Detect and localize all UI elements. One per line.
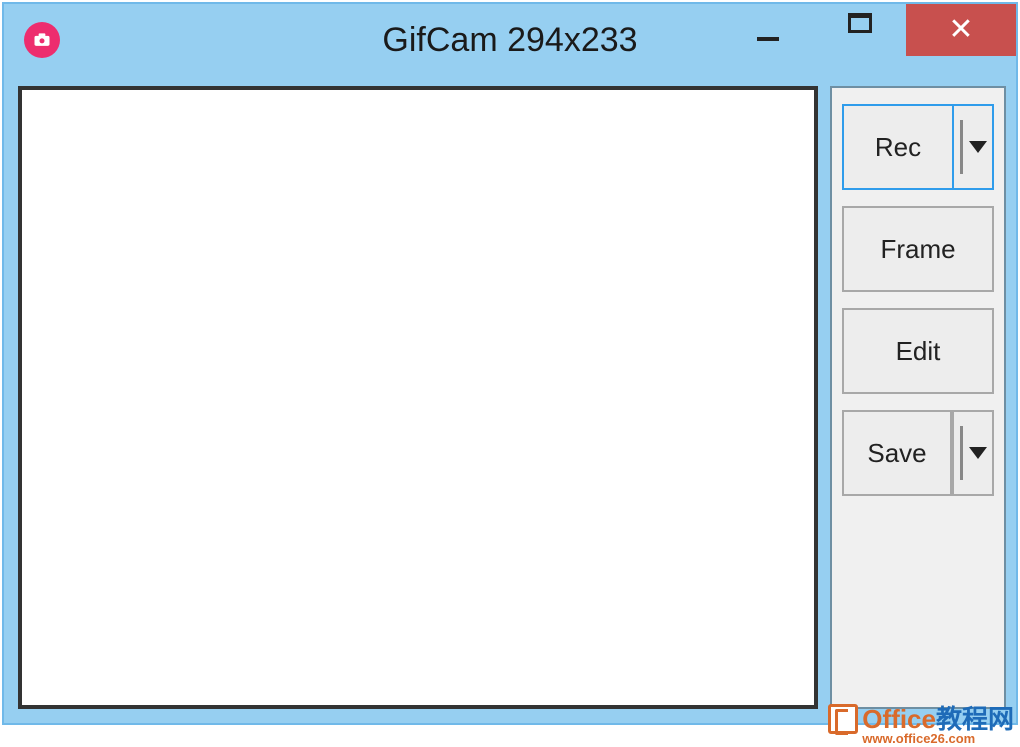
app-window: GifCam 294x233 ✕ Rec xyxy=(2,2,1018,725)
separator-icon xyxy=(960,426,963,480)
chevron-down-icon xyxy=(969,141,987,153)
body-area: Rec Frame Edit Save xyxy=(4,76,1016,723)
maximize-button[interactable] xyxy=(814,4,906,56)
capture-region[interactable] xyxy=(18,86,818,709)
rec-dropdown-button[interactable] xyxy=(952,104,994,190)
office-logo-icon xyxy=(828,704,858,734)
frame-button[interactable]: Frame xyxy=(842,206,994,292)
save-button[interactable]: Save xyxy=(842,410,952,496)
watermark-url: www.office26.com xyxy=(862,732,975,745)
save-button-group: Save xyxy=(842,410,994,496)
close-button[interactable]: ✕ xyxy=(906,4,1016,56)
watermark-brand: Office教程网 xyxy=(828,704,1014,734)
save-dropdown-button[interactable] xyxy=(952,410,994,496)
watermark-text: Office教程网 xyxy=(862,706,1014,732)
watermark: Office教程网 www.office26.com xyxy=(828,704,1014,745)
chevron-down-icon xyxy=(969,447,987,459)
app-icon xyxy=(24,22,60,58)
edit-button[interactable]: Edit xyxy=(842,308,994,394)
rec-button-group: Rec xyxy=(842,104,994,190)
side-panel: Rec Frame Edit Save xyxy=(830,86,1006,709)
rec-button[interactable]: Rec xyxy=(842,104,952,190)
caption-buttons: ✕ xyxy=(722,4,1016,56)
separator-icon xyxy=(960,120,963,174)
maximize-icon xyxy=(848,13,872,33)
minimize-button[interactable] xyxy=(722,4,814,56)
titlebar[interactable]: GifCam 294x233 ✕ xyxy=(4,4,1016,76)
close-icon: ✕ xyxy=(948,15,973,45)
minimize-icon xyxy=(757,37,779,41)
